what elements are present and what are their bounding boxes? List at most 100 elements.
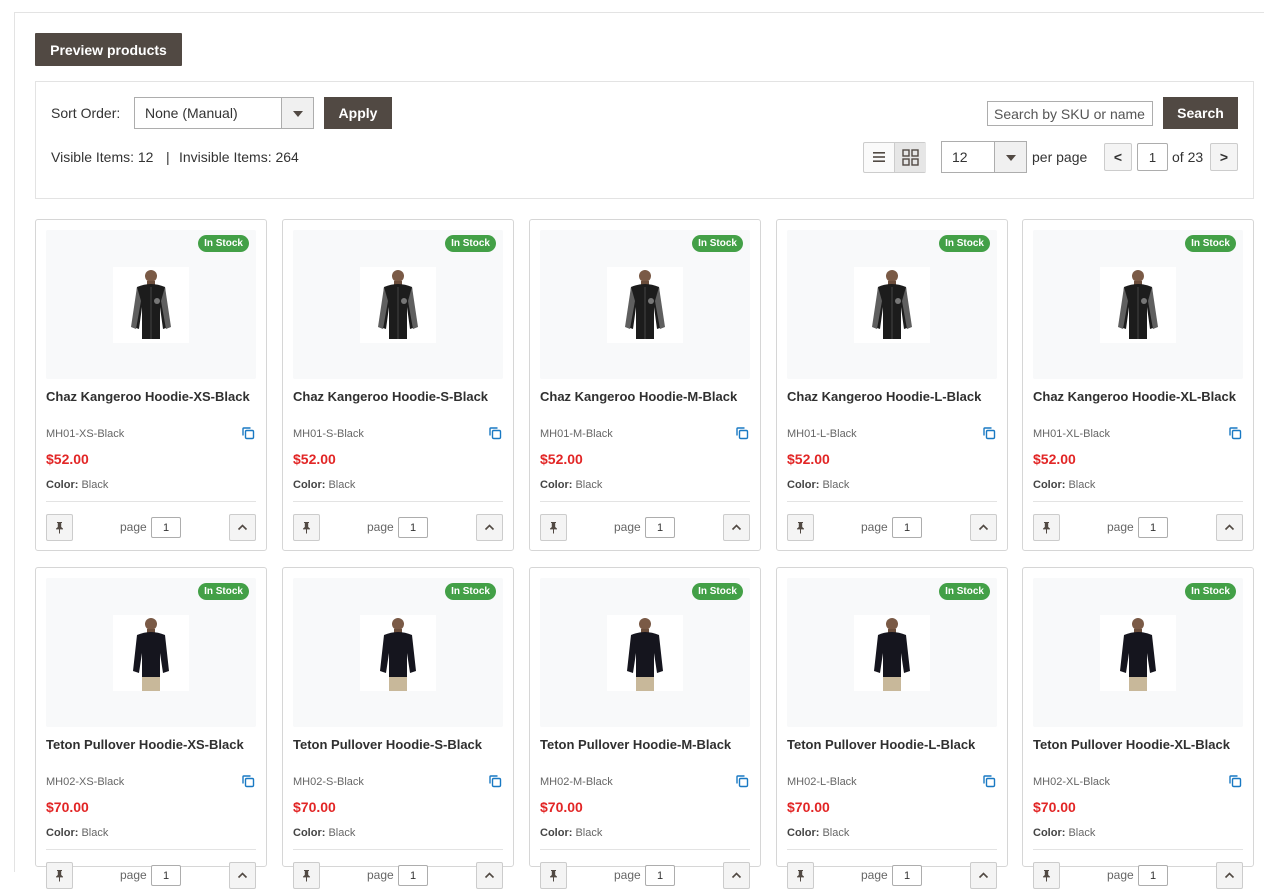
sort-order-select[interactable]: None (Manual) [134, 97, 314, 129]
sort-order-value: None (Manual) [145, 105, 238, 121]
chevron-up-icon [978, 872, 989, 879]
copy-icon[interactable] [982, 774, 998, 790]
stock-status-badge: In Stock [445, 583, 496, 600]
product-price: $70.00 [46, 799, 89, 815]
card-page-input[interactable] [398, 865, 428, 886]
product-price: $52.00 [46, 451, 89, 467]
card-page-input[interactable] [645, 517, 675, 538]
copy-icon[interactable] [735, 774, 751, 790]
copy-icon[interactable] [982, 426, 998, 442]
grid-view-button[interactable] [895, 143, 926, 172]
copy-icon[interactable] [735, 426, 751, 442]
sort-order-label: Sort Order: [51, 105, 121, 121]
move-up-button[interactable] [229, 862, 256, 889]
card-page-input[interactable] [892, 865, 922, 886]
list-view-button[interactable] [864, 143, 895, 172]
pin-button[interactable] [293, 862, 320, 889]
card-page-input[interactable] [892, 517, 922, 538]
pin-button[interactable] [787, 862, 814, 889]
copy-icon[interactable] [1228, 426, 1244, 442]
product-name: Teton Pullover Hoodie-XS-Black [46, 737, 244, 752]
product-card: In Stock Chaz Kangeroo Hoodie-XL-Black M… [1022, 219, 1254, 551]
pin-icon [1043, 522, 1050, 534]
product-color: Color: Black [787, 827, 849, 839]
hoodie-photo [378, 270, 418, 339]
pin-button[interactable] [787, 514, 814, 541]
stock-status-badge: In Stock [692, 583, 743, 600]
apply-button[interactable]: Apply [324, 97, 392, 129]
move-up-button[interactable] [970, 514, 997, 541]
page-number-input[interactable] [1137, 143, 1168, 171]
move-up-button[interactable] [723, 514, 750, 541]
search-input[interactable] [987, 101, 1153, 126]
prev-page-button[interactable]: < [1104, 143, 1132, 171]
pin-button[interactable] [1033, 514, 1060, 541]
stock-status-badge: In Stock [198, 583, 249, 600]
color-label: Color: [46, 827, 79, 839]
product-sku: MH01-S-Black [293, 428, 364, 440]
product-card: In Stock Teton Pullover Hoodie-XS-Black … [35, 567, 267, 889]
move-up-button[interactable] [476, 514, 503, 541]
move-up-button[interactable] [723, 862, 750, 889]
move-up-button[interactable] [970, 862, 997, 889]
color-label: Color: [787, 827, 820, 839]
pin-button[interactable] [540, 514, 567, 541]
move-up-button[interactable] [229, 514, 256, 541]
stock-status-badge: In Stock [198, 235, 249, 252]
per-page-select[interactable]: 12 [941, 141, 1027, 173]
card-divider [787, 501, 997, 502]
copy-icon[interactable] [488, 426, 504, 442]
card-page-input[interactable] [151, 517, 181, 538]
product-price: $70.00 [540, 799, 583, 815]
copy-icon[interactable] [241, 426, 257, 442]
pin-icon [303, 870, 310, 882]
product-name: Teton Pullover Hoodie-L-Black [787, 737, 976, 752]
hoodie-photo [872, 270, 912, 339]
preview-products-button[interactable]: Preview products [35, 33, 182, 66]
product-color: Color: Black [293, 479, 355, 491]
color-value: Black [81, 479, 109, 491]
pin-button[interactable] [46, 862, 73, 889]
product-image [360, 267, 436, 343]
product-name: Chaz Kangeroo Hoodie-XL-Black [1033, 389, 1236, 404]
card-page-label: page [120, 868, 147, 882]
pin-icon [303, 522, 310, 534]
color-value: Black [328, 827, 356, 839]
copy-icon[interactable] [1228, 774, 1244, 790]
product-sku: MH01-L-Black [787, 428, 857, 440]
chevron-up-icon [484, 872, 495, 879]
stock-status-badge: In Stock [1185, 235, 1236, 252]
product-price: $52.00 [1033, 451, 1076, 467]
color-value: Black [81, 827, 109, 839]
product-price: $52.00 [293, 451, 336, 467]
chevron-down-icon [281, 98, 313, 128]
move-up-button[interactable] [1216, 862, 1243, 889]
card-page-label: page [614, 868, 641, 882]
color-label: Color: [540, 479, 573, 491]
product-sku: MH02-M-Black [540, 776, 613, 788]
card-page-input[interactable] [398, 517, 428, 538]
search-button[interactable]: Search [1163, 97, 1238, 129]
copy-icon[interactable] [241, 774, 257, 790]
card-page-input[interactable] [1138, 865, 1168, 886]
next-page-button[interactable]: > [1210, 143, 1238, 171]
view-mode-toggle [863, 142, 926, 173]
copy-icon[interactable] [488, 774, 504, 790]
move-up-button[interactable] [1216, 514, 1243, 541]
color-label: Color: [1033, 827, 1066, 839]
pin-icon [550, 522, 557, 534]
product-sku: MH01-XL-Black [1033, 428, 1111, 440]
card-divider [787, 849, 997, 850]
pin-button[interactable] [540, 862, 567, 889]
card-page-input[interactable] [1138, 517, 1168, 538]
product-sku: MH02-XS-Black [46, 776, 125, 788]
card-page-input[interactable] [151, 865, 181, 886]
move-up-button[interactable] [476, 862, 503, 889]
card-divider [540, 849, 750, 850]
pin-button[interactable] [46, 514, 73, 541]
card-divider [540, 501, 750, 502]
card-page-input[interactable] [645, 865, 675, 886]
pin-button[interactable] [1033, 862, 1060, 889]
chevron-up-icon [731, 524, 742, 531]
pin-button[interactable] [293, 514, 320, 541]
